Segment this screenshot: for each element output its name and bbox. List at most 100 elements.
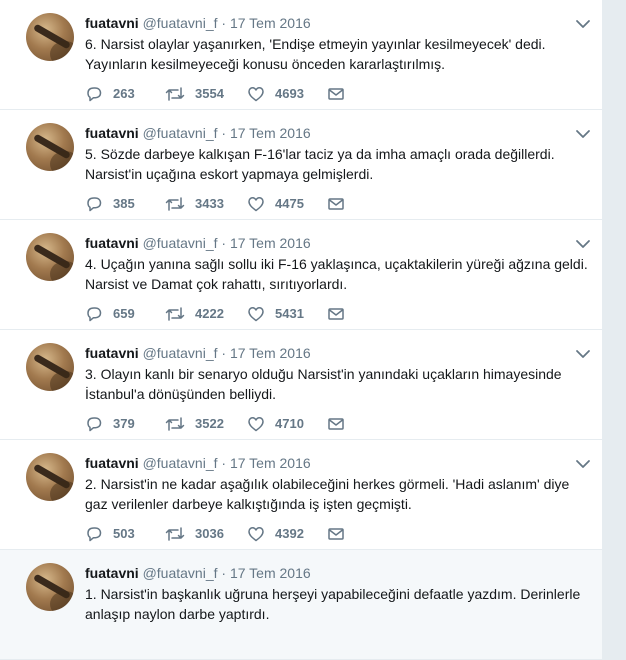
reply-icon	[85, 305, 103, 323]
display-name[interactable]: fuatavni	[85, 565, 139, 581]
tweet[interactable]: fuatavni @fuatavni_f · 17 Tem 2016 4. Uç…	[0, 220, 602, 330]
avatar[interactable]	[26, 233, 74, 281]
tweet-text: 4. Uçağın yanına sağlı sollu iki F-16 ya…	[85, 256, 588, 292]
avatar[interactable]	[26, 123, 74, 171]
user-handle[interactable]: @fuatavni_f	[143, 345, 218, 361]
separator-dot: ·	[221, 125, 227, 141]
retweet-icon	[165, 525, 185, 543]
like-icon	[247, 195, 265, 213]
tweet-text: 1. Narsist'in başkanlık uğruna herşeyi y…	[85, 586, 581, 622]
retweet-count: 4222	[195, 306, 224, 321]
retweet-button[interactable]: 4222	[165, 305, 224, 323]
like-count: 4392	[275, 526, 304, 541]
retweet-button[interactable]: 3554	[165, 85, 224, 103]
tweet-text: 6. Narsist olaylar yaşanırken, 'Endişe e…	[85, 36, 546, 72]
tweet-date[interactable]: 17 Tem 2016	[230, 235, 311, 251]
avatar[interactable]	[26, 563, 74, 611]
direct-message-icon	[327, 415, 345, 433]
direct-message-icon	[327, 525, 345, 543]
reply-button[interactable]: 385	[85, 195, 135, 213]
like-button[interactable]: 4392	[247, 525, 304, 543]
tweet[interactable]: fuatavni @fuatavni_f · 17 Tem 2016 5. Sö…	[0, 110, 602, 220]
reply-icon	[85, 85, 103, 103]
tweet-date[interactable]: 17 Tem 2016	[230, 345, 311, 361]
like-button[interactable]: 4475	[247, 195, 304, 213]
display-name[interactable]: fuatavni	[85, 345, 139, 361]
display-name[interactable]: fuatavni	[85, 15, 139, 31]
chevron-down-icon[interactable]	[575, 236, 591, 252]
tweet-text: 3. Olayın kanlı bir senaryo olduğu Narsi…	[85, 366, 562, 402]
tweet-text: 5. Sözde darbeye kalkışan F-16'lar taciz…	[85, 146, 555, 182]
tweet-header: fuatavni @fuatavni_f · 17 Tem 2016	[85, 14, 311, 32]
like-button[interactable]: 4693	[247, 85, 304, 103]
retweet-icon	[165, 85, 185, 103]
direct-message-icon	[327, 85, 345, 103]
retweet-count: 3522	[195, 416, 224, 431]
like-count: 4710	[275, 416, 304, 431]
reply-count: 503	[113, 526, 135, 541]
reply-button[interactable]: 503	[85, 525, 135, 543]
tweet[interactable]: fuatavni @fuatavni_f · 17 Tem 2016 2. Na…	[0, 440, 602, 550]
reply-button[interactable]: 659	[85, 305, 135, 323]
retweet-button[interactable]: 3433	[165, 195, 224, 213]
avatar[interactable]	[26, 343, 74, 391]
chevron-down-icon[interactable]	[575, 456, 591, 472]
avatar[interactable]	[26, 13, 74, 61]
separator-dot: ·	[221, 345, 227, 361]
reply-count: 385	[113, 196, 135, 211]
like-icon	[247, 525, 265, 543]
retweet-count: 3554	[195, 86, 224, 101]
chevron-down-icon[interactable]	[575, 126, 591, 142]
direct-message-button[interactable]	[327, 305, 345, 323]
chevron-down-icon[interactable]	[575, 16, 591, 32]
direct-message-button[interactable]	[327, 85, 345, 103]
user-handle[interactable]: @fuatavni_f	[143, 455, 218, 471]
direct-message-button[interactable]	[327, 525, 345, 543]
display-name[interactable]: fuatavni	[85, 235, 139, 251]
chevron-down-icon[interactable]	[575, 346, 591, 362]
like-count: 4693	[275, 86, 304, 101]
tweet-timeline: fuatavni @fuatavni_f · 17 Tem 2016 6. Na…	[0, 0, 603, 660]
tweet-header: fuatavni @fuatavni_f · 17 Tem 2016	[85, 564, 311, 582]
tweet-date[interactable]: 17 Tem 2016	[230, 565, 311, 581]
user-handle[interactable]: @fuatavni_f	[143, 235, 218, 251]
direct-message-icon	[327, 305, 345, 323]
user-handle[interactable]: @fuatavni_f	[143, 125, 218, 141]
retweet-icon	[165, 305, 185, 323]
tweet[interactable]: fuatavni @fuatavni_f · 17 Tem 2016 3. Ol…	[0, 330, 602, 440]
tweet[interactable]: fuatavni @fuatavni_f · 17 Tem 2016 6. Na…	[0, 0, 602, 110]
retweet-count: 3036	[195, 526, 224, 541]
direct-message-button[interactable]	[327, 195, 345, 213]
retweet-count: 3433	[195, 196, 224, 211]
reply-count: 263	[113, 86, 135, 101]
like-button[interactable]: 5431	[247, 305, 304, 323]
retweet-button[interactable]: 3522	[165, 415, 224, 433]
tweet[interactable]: fuatavni @fuatavni_f · 17 Tem 2016 1. Na…	[0, 550, 602, 660]
like-count: 4475	[275, 196, 304, 211]
retweet-button[interactable]: 3036	[165, 525, 224, 543]
retweet-icon	[165, 195, 185, 213]
like-icon	[247, 85, 265, 103]
tweet-date[interactable]: 17 Tem 2016	[230, 15, 311, 31]
user-handle[interactable]: @fuatavni_f	[143, 565, 218, 581]
display-name[interactable]: fuatavni	[85, 125, 139, 141]
like-icon	[247, 305, 265, 323]
user-handle[interactable]: @fuatavni_f	[143, 15, 218, 31]
reply-icon	[85, 415, 103, 433]
reply-icon	[85, 195, 103, 213]
reply-icon	[85, 525, 103, 543]
retweet-icon	[165, 415, 185, 433]
direct-message-icon	[327, 195, 345, 213]
direct-message-button[interactable]	[327, 415, 345, 433]
display-name[interactable]: fuatavni	[85, 455, 139, 471]
tweet-header: fuatavni @fuatavni_f · 17 Tem 2016	[85, 454, 311, 472]
separator-dot: ·	[221, 235, 227, 251]
like-button[interactable]: 4710	[247, 415, 304, 433]
reply-button[interactable]: 379	[85, 415, 135, 433]
tweet-header: fuatavni @fuatavni_f · 17 Tem 2016	[85, 124, 311, 142]
tweet-date[interactable]: 17 Tem 2016	[230, 455, 311, 471]
tweet-text: 2. Narsist'in ne kadar aşağılık olabilec…	[85, 476, 570, 512]
reply-button[interactable]: 263	[85, 85, 135, 103]
avatar[interactable]	[26, 453, 74, 501]
tweet-date[interactable]: 17 Tem 2016	[230, 125, 311, 141]
